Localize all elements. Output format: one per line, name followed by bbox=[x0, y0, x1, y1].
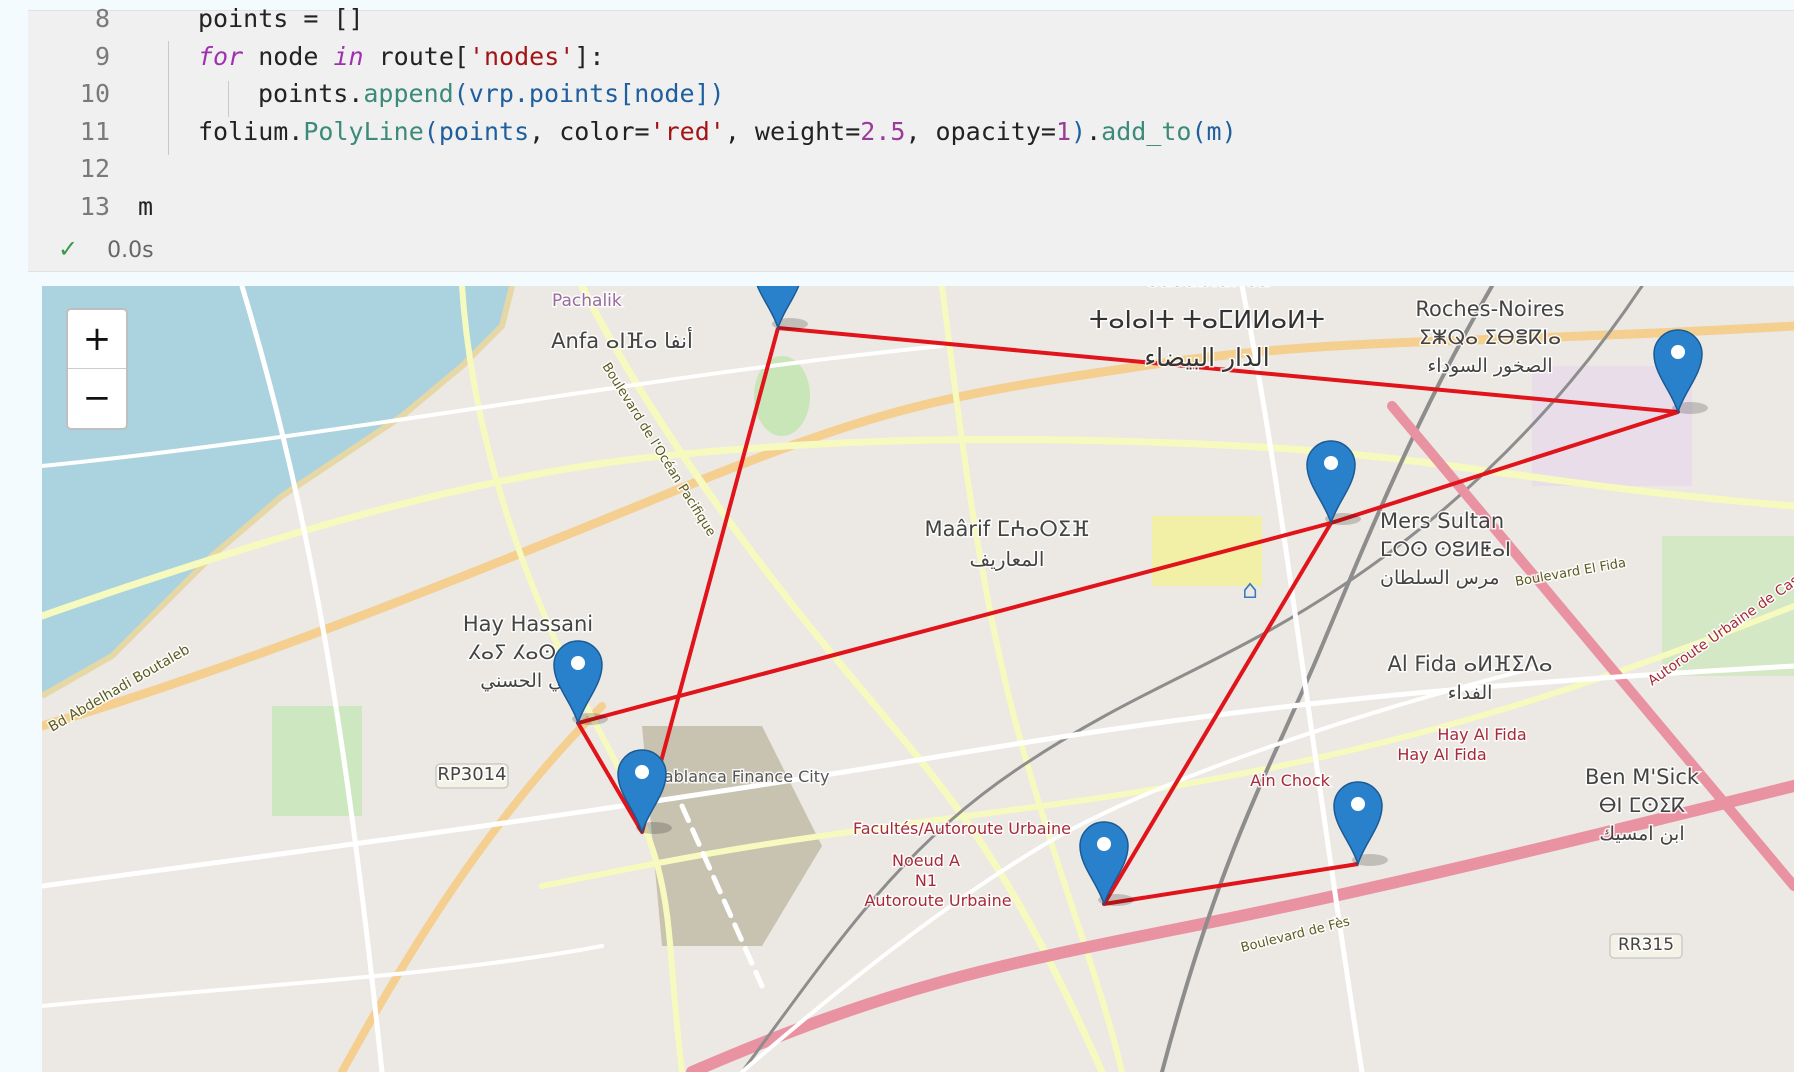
zoom-control[interactable]: + − bbox=[66, 308, 128, 430]
code-token: ) bbox=[1071, 117, 1087, 146]
indent-guide bbox=[168, 41, 169, 155]
code-token: . bbox=[1086, 117, 1102, 146]
map-label-mers-sultan: Mers Sultan bbox=[1380, 509, 1504, 533]
map-label-ben-msick-tifinagh: ⴱⵏ ⵎⵙⵉⴽ bbox=[1599, 793, 1686, 817]
map-label-hay-al-fida-2: Hay Al Fida bbox=[1397, 745, 1486, 764]
code-token: folium. bbox=[198, 117, 304, 146]
map-label-pachalik: Pachalik bbox=[552, 291, 622, 311]
map-label-roches-noires-tifinagh: ⵉⵥⵕⴰ ⵉⴱⴻⴽⵏⴰ bbox=[1419, 325, 1561, 349]
code-token: in bbox=[333, 42, 364, 71]
code-token: , opacity= bbox=[905, 117, 1056, 146]
code-token: route[ bbox=[363, 42, 469, 71]
code-token: 'nodes' bbox=[468, 42, 575, 71]
line-number: 11 bbox=[79, 117, 110, 146]
map-label-rp3014: RP3014 bbox=[437, 764, 506, 785]
map-label-roches-noires: Roches-Noires bbox=[1415, 297, 1564, 321]
code-line[interactable]: 8 points = [] bbox=[28, 1, 1794, 37]
code-line[interactable]: 11 folium.PolyLine(points, color='red', w… bbox=[28, 114, 1794, 150]
map-label-maarif: Maârif ⵎⵄⴰⵔⵉⴼ bbox=[924, 517, 1089, 541]
map-label-noeud-a: Noeud A bbox=[892, 851, 960, 870]
map-label-casablanca-tifinagh: ⵜⴰⵏⴰⵏⵜ ⵜⴰⵎⵍⵍⴰⵍⵜ bbox=[1089, 305, 1325, 334]
execution-status: ✓ 0.0s bbox=[58, 231, 154, 267]
code-text: points = [] bbox=[198, 1, 364, 37]
execution-time: 0.0s bbox=[107, 238, 154, 263]
line-number: 12 bbox=[79, 154, 110, 183]
code-token: 'red' bbox=[649, 117, 725, 146]
map-label-maarif-arabic: المعاريف bbox=[970, 547, 1045, 571]
code-token: (points bbox=[423, 117, 530, 146]
code-text: for node in route['nodes']: bbox=[198, 39, 604, 75]
code-line[interactable]: 9 for node in route['nodes']: bbox=[28, 39, 1794, 75]
marker-dot bbox=[1324, 456, 1338, 470]
map-label-n1: N1 bbox=[915, 871, 937, 890]
indent-guide-nested bbox=[228, 81, 229, 117]
code-line[interactable]: 10 points.append(vrp.points[node]) bbox=[28, 76, 1794, 112]
marker-dot bbox=[635, 765, 649, 779]
zoom-out-button[interactable]: − bbox=[68, 368, 126, 427]
line-number: 9 bbox=[94, 42, 110, 71]
code-token: PolyLine bbox=[303, 117, 424, 146]
map-label-anfa: Anfa ⴰⵏⴼⴰ أنفا bbox=[551, 327, 693, 353]
code-token: , color= bbox=[529, 117, 650, 146]
map-label-hay-al-fida-1: Hay Al Fida bbox=[1437, 725, 1526, 744]
code-token: (m) bbox=[1191, 117, 1237, 146]
code-line[interactable]: 12 bbox=[28, 151, 1794, 187]
code-text: m bbox=[138, 189, 153, 225]
code-token: points = [] bbox=[198, 4, 364, 33]
map-label-casablanca-arabic: الدار البيضاء bbox=[1144, 343, 1269, 372]
marker-dot bbox=[1351, 797, 1365, 811]
code-token: append bbox=[363, 79, 454, 108]
code-token: 1 bbox=[1055, 117, 1072, 146]
code-text: folium.PolyLine(points, color='red', wei… bbox=[198, 114, 1237, 150]
map-label-ben-msick: Ben M'Sick bbox=[1585, 765, 1700, 789]
map-label-autoroute-urbaine-sw: Autoroute Urbaine bbox=[864, 891, 1011, 910]
code-token: m bbox=[138, 192, 154, 221]
code-token: add_to bbox=[1101, 117, 1192, 146]
code-token: ]: bbox=[574, 42, 605, 71]
map-label-hay-hassani: Hay Hassani bbox=[463, 612, 593, 636]
map-label-ain-chock: Ain Chock bbox=[1250, 771, 1331, 790]
code-token: , weight= bbox=[724, 117, 861, 146]
code-line[interactable]: 13 m bbox=[28, 189, 1794, 225]
map-label-rr315: RR315 bbox=[1618, 935, 1674, 955]
line-number: 10 bbox=[79, 79, 110, 108]
map-label-mers-sultan-tifinagh: ⵎⵔⵙ ⵙⵓⵍⵟⴰⵏ bbox=[1380, 537, 1511, 561]
map-label-roches-noires-arabic: الصخور السوداء bbox=[1427, 355, 1552, 377]
zoom-in-button[interactable]: + bbox=[68, 310, 126, 368]
map-label-mers-sultan-arabic: مرس السلطان bbox=[1380, 567, 1500, 589]
marker-dot bbox=[571, 656, 585, 670]
museum-icon: ⌂ bbox=[1242, 575, 1258, 605]
map-label-ben-msick-arabic: ابن امسيك bbox=[1599, 823, 1684, 845]
line-number: 8 bbox=[94, 4, 110, 33]
code-text: points.append(vrp.points[node]) bbox=[258, 76, 725, 112]
line-number: 13 bbox=[79, 192, 110, 221]
map-label-al-fida-arabic: الفداء bbox=[1448, 682, 1493, 704]
map-label-al-fida: Al Fida ⴰⵍⴼⵉⴷⴰ bbox=[1388, 652, 1553, 676]
code-cell[interactable]: 8 points = [] 9 for node in route['nodes']:… bbox=[28, 4, 1794, 272]
check-icon: ✓ bbox=[58, 235, 79, 263]
code-token: points. bbox=[258, 79, 364, 108]
code-token: (vrp.points[node]) bbox=[453, 79, 725, 108]
marker-dot bbox=[1671, 345, 1685, 359]
code-token: 2.5 bbox=[860, 117, 906, 146]
map-output[interactable]: Casablanca ⵜⴰⵏⴰⵏⵜ ⵜⴰⵎⵍⵍⴰⵍⵜ الدار البيضاء Ro… bbox=[42, 286, 1794, 1072]
map-label-facultes: Facultés/Autoroute Urbaine bbox=[853, 819, 1071, 838]
code-token: node bbox=[243, 42, 334, 71]
map-label-casablanca-latin: Casablanca bbox=[1144, 286, 1271, 292]
code-token: for bbox=[198, 42, 244, 71]
map-canvas[interactable]: Casablanca ⵜⴰⵏⴰⵏⵜ ⵜⴰⵎⵍⵍⴰⵍⵜ الدار البيضاء Ro… bbox=[42, 286, 1794, 1072]
marker-dot bbox=[1097, 837, 1111, 851]
